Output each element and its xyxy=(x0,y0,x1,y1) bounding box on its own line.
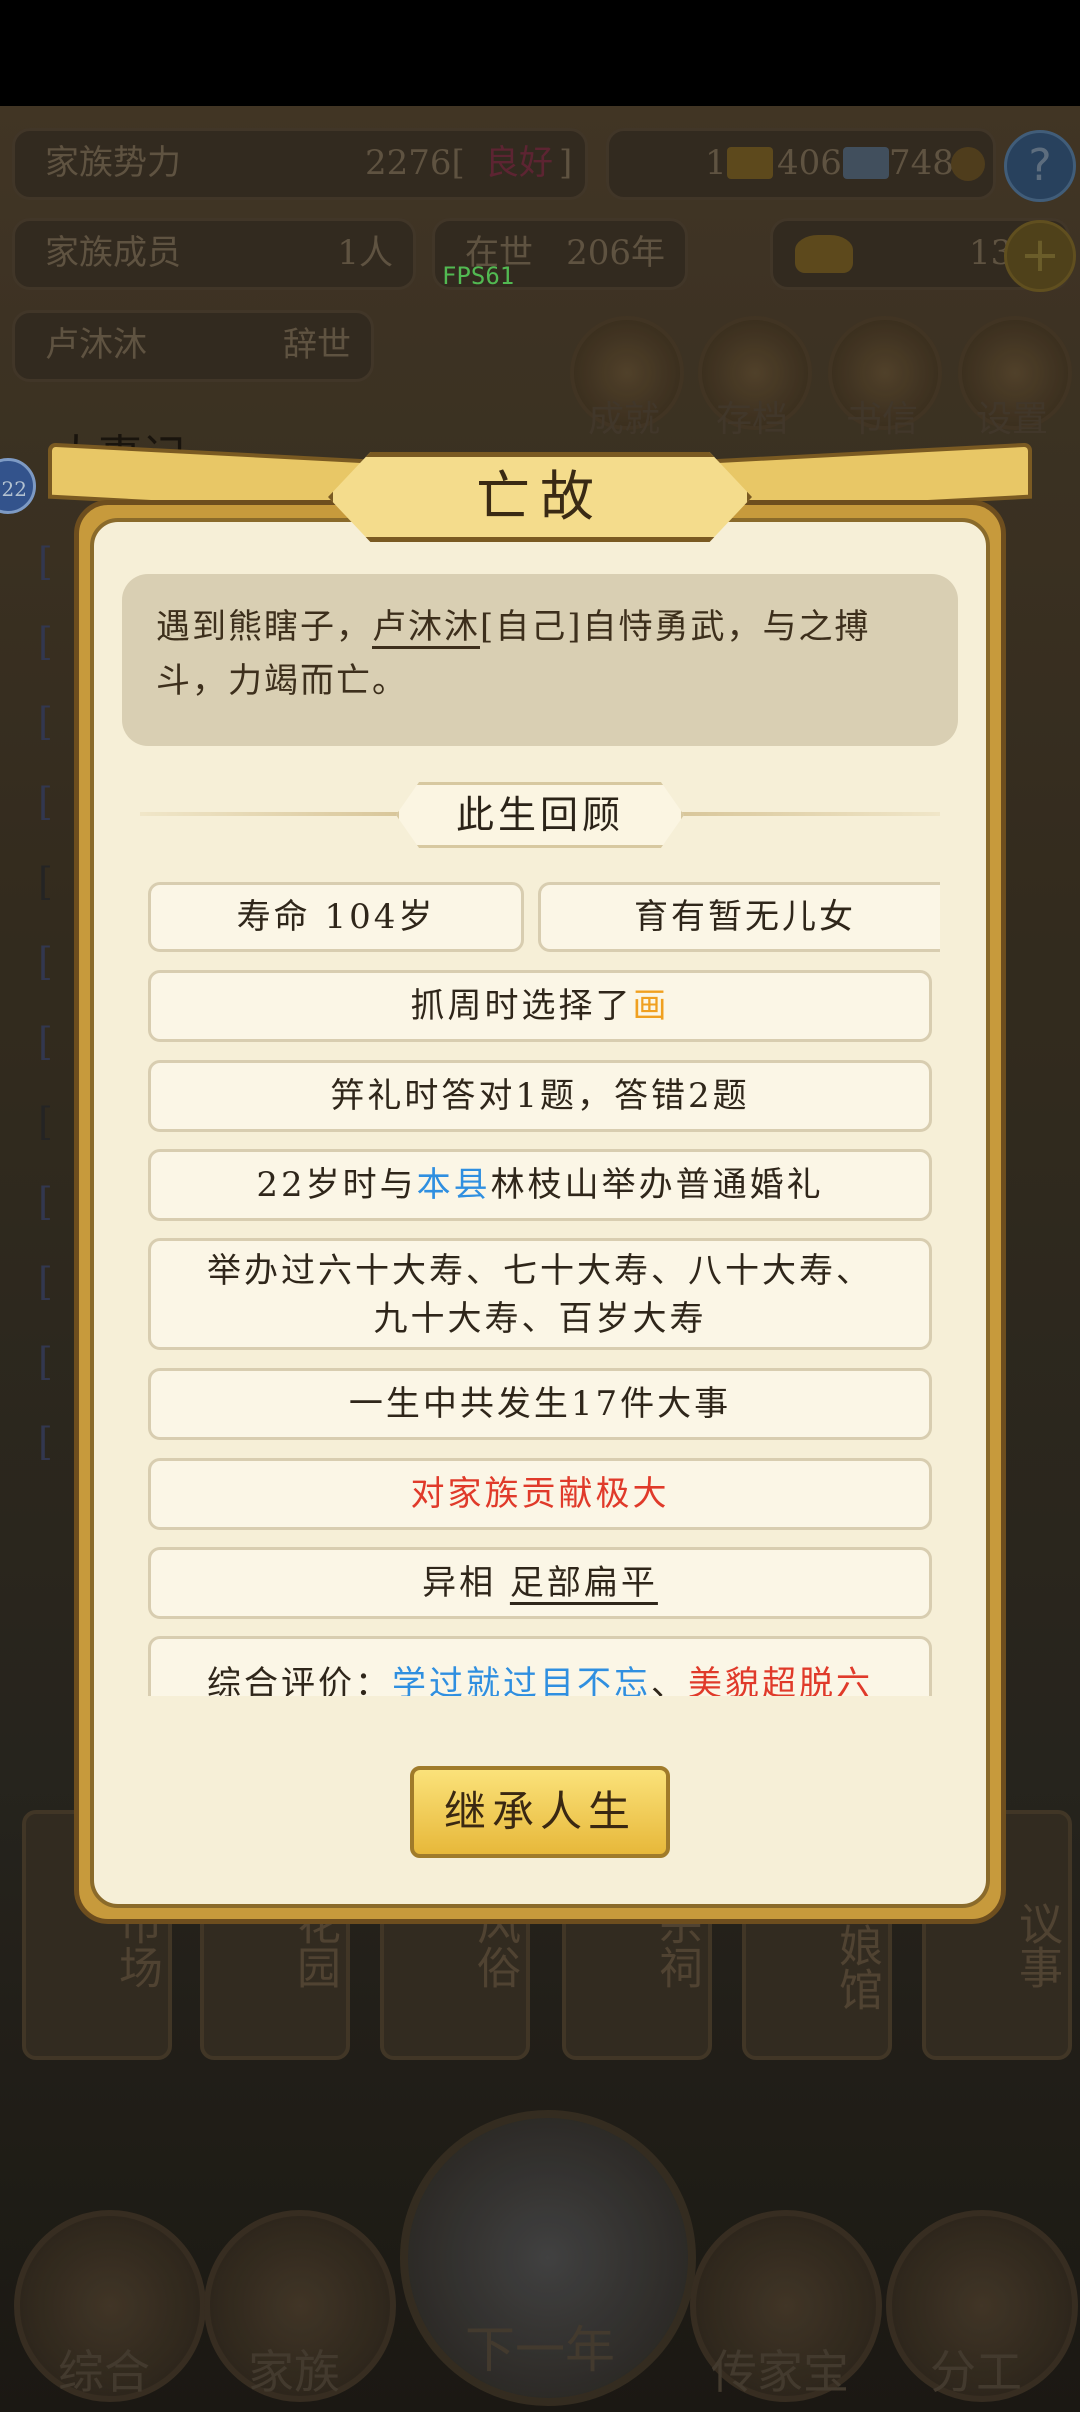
overall-record: 综合评价：学过就过目不忘、美貌超脱六 xyxy=(148,1636,932,1696)
divider-left xyxy=(140,812,400,816)
overall-label: 综合评价： xyxy=(207,1664,392,1696)
desc-part1: 遇到熊瞎子， xyxy=(156,607,372,647)
life-review-list[interactable]: 寿命 104岁 育有暂无儿女 抓周时选择了画 笄礼时答对1题，答错2题 22岁时… xyxy=(140,870,940,1696)
section-title: 此生回顾 xyxy=(455,793,624,837)
zhuazhou-item: 画 xyxy=(632,986,670,1026)
birthdays-record: 举办过六十大寿、七十大寿、八十大寿、 九十大寿、百岁大寿 xyxy=(148,1238,932,1350)
overall-separator: 、 xyxy=(651,1664,688,1696)
children-record: 育有暂无儿女 xyxy=(538,882,940,952)
trait-record: 异相 足部扁平 xyxy=(148,1547,932,1619)
birthdays-line1: 举办过六十大寿、七十大寿、八十大寿、 xyxy=(207,1251,873,1291)
events-count-record: 一生中共发生17件大事 xyxy=(148,1368,932,1440)
dialog-title: 亡故 xyxy=(476,465,604,528)
zhuazhou-prefix: 抓周时选择了 xyxy=(410,986,633,1026)
lifespan-record: 寿命 104岁 xyxy=(148,882,524,952)
death-description: 遇到熊瞎子，卢沐沐[自己]自恃勇武，与之搏斗，力竭而亡。 xyxy=(122,574,958,746)
wedding-place: 本县 xyxy=(416,1165,491,1205)
zhuazhou-record: 抓周时选择了画 xyxy=(148,970,932,1042)
overall-value-1: 学过就过目不忘 xyxy=(392,1664,651,1696)
birthdays-line2: 九十大寿、百岁大寿 xyxy=(373,1299,707,1339)
contribution-record: 对家族贡献极大 xyxy=(148,1458,932,1530)
desc-person-name[interactable]: 卢沐沐 xyxy=(372,607,480,647)
wedding-record: 22岁时与本县林枝山举办普通婚礼 xyxy=(148,1149,932,1221)
divider-right xyxy=(680,812,940,816)
overall-value-2: 美貌超脱六 xyxy=(688,1664,873,1696)
jili-record: 笄礼时答对1题，答错2题 xyxy=(148,1060,932,1132)
wedding-suffix: 林枝山举办普通婚礼 xyxy=(490,1165,824,1205)
trait-prefix: 异相 xyxy=(422,1563,510,1603)
trait-value[interactable]: 足部扁平 xyxy=(510,1563,658,1603)
inherit-life-button[interactable]: 继承人生 xyxy=(410,1766,670,1858)
wedding-prefix: 22岁时与 xyxy=(256,1165,417,1205)
